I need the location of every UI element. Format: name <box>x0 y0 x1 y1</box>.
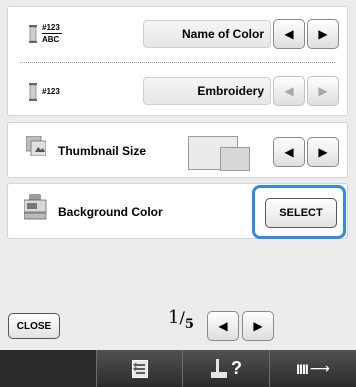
right-long-arrow-icon: ⟶ <box>309 360 330 376</box>
color-display-panel: #123 ABC Name of Color ◀ ▶ #123 Embroide… <box>7 6 348 116</box>
help-question-mark: ? <box>231 358 242 378</box>
tension-lines-icon: IIII <box>296 360 309 377</box>
page-total: 5 <box>184 317 194 332</box>
right-arrow-icon: ▶ <box>318 84 328 98</box>
tension-scroll-button[interactable]: IIII ⟶ <box>269 350 356 387</box>
right-arrow-icon: ▶ <box>318 27 328 41</box>
page-prev-button[interactable]: ◀ <box>207 311 239 341</box>
thumbnail-size-next-button[interactable]: ▶ <box>307 137 339 167</box>
embroidery-next-button[interactable]: ▶ <box>307 76 339 106</box>
embroidery-row: #123 Embroidery ◀ ▶ <box>8 63 347 117</box>
thumbnail-size-preview-small <box>220 147 250 171</box>
thumbnail-icon <box>26 136 46 156</box>
machine-help-icon <box>211 358 227 378</box>
left-arrow-icon: ◀ <box>284 84 294 98</box>
color-code-bottom-text: ABC <box>42 35 60 44</box>
color-name-value: Name of Color <box>143 20 271 48</box>
color-name-row: #123 ABC Name of Color ◀ ▶ <box>8 7 347 62</box>
close-button[interactable]: CLOSE <box>8 313 60 339</box>
color-code-divider <box>42 33 62 34</box>
settings-page-button[interactable] <box>96 350 182 387</box>
embroidery-prev-button[interactable]: ◀ <box>273 76 305 106</box>
select-button[interactable]: SELECT <box>265 198 337 228</box>
page-next-button[interactable]: ▶ <box>242 311 274 341</box>
thread-spool-icon <box>29 25 37 43</box>
background-color-panel: Background Color SELECT <box>7 183 348 239</box>
left-arrow-icon: ◀ <box>284 145 294 159</box>
background-color-label: Background Color <box>58 205 163 219</box>
thread-code-text: #123 <box>42 87 60 96</box>
color-code-top-text: #123 <box>42 23 60 32</box>
page-indicator: 1∕5 <box>168 307 194 332</box>
thumbnail-size-label: Thumbnail Size <box>58 144 147 158</box>
embroidery-value: Embroidery <box>143 77 271 105</box>
machine-help-button[interactable]: ? <box>182 350 269 387</box>
page-current: 1 <box>168 307 180 328</box>
right-arrow-icon: ▶ <box>318 145 328 159</box>
right-arrow-icon: ▶ <box>253 319 263 333</box>
left-arrow-icon: ◀ <box>218 319 228 333</box>
color-name-prev-button[interactable]: ◀ <box>273 19 305 49</box>
thumbnail-size-panel: Thumbnail Size ◀ ▶ <box>7 122 348 178</box>
sewing-machine-screen-icon <box>24 194 47 220</box>
settings-list-icon <box>131 359 148 378</box>
color-name-next-button[interactable]: ▶ <box>307 19 339 49</box>
left-arrow-icon: ◀ <box>284 27 294 41</box>
thread-spool-icon <box>29 83 37 101</box>
bottom-toolbar: ? IIII ⟶ <box>0 350 356 387</box>
thumbnail-size-prev-button[interactable]: ◀ <box>273 137 305 167</box>
